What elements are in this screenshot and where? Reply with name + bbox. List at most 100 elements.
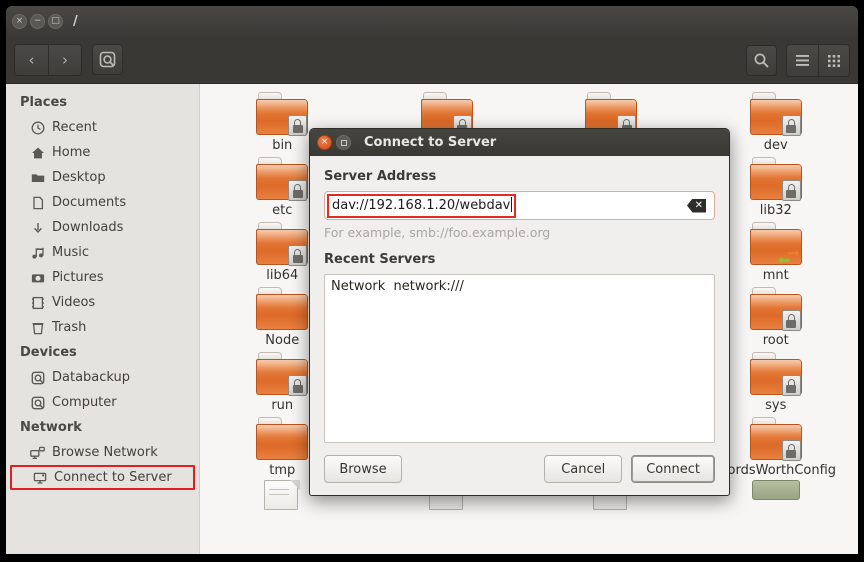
nav-buttons: ‹ › — [14, 43, 82, 76]
server-address-row: dav://192.168.1.20/webdav ✕ — [324, 191, 715, 220]
list-item[interactable]: Network network:/// — [331, 279, 708, 294]
folder-icon — [256, 157, 309, 201]
sidebar-item-label: Databackup — [52, 370, 131, 385]
connect-button[interactable]: Connect — [631, 455, 715, 483]
file-label: run — [271, 398, 294, 413]
home-icon — [30, 145, 45, 160]
file-label: tmp — [269, 463, 296, 478]
close-icon[interactable]: × — [12, 13, 27, 29]
lock-icon — [288, 245, 308, 266]
grid-view-icon[interactable] — [818, 45, 849, 76]
sidebar-item-label: Connect to Server — [54, 470, 172, 485]
disk-icon — [30, 395, 45, 410]
close-icon[interactable]: × — [317, 135, 332, 150]
mount-arrows-icon: ➞ ⬅ — [777, 244, 800, 269]
server-address-label: Server Address — [324, 169, 437, 184]
folder-icon — [749, 352, 802, 396]
file-label: etc — [272, 203, 293, 218]
sidebar-item-label: Browse Network — [52, 445, 158, 460]
sidebar-item-connect-to-server[interactable]: Connect to Server — [10, 465, 195, 490]
sidebar-item-trash[interactable]: Trash — [6, 315, 199, 340]
lock-icon — [781, 115, 801, 136]
view-toggle-group — [786, 44, 850, 77]
folder-icon — [749, 92, 802, 136]
sidebar-item-videos[interactable]: Videos — [6, 290, 199, 315]
sidebar-item-music[interactable]: Music — [6, 240, 199, 265]
sidebar: Places Recent Home Desktop Documents Dow… — [6, 84, 199, 554]
network-browse-icon — [30, 445, 45, 460]
forward-button[interactable]: › — [48, 44, 81, 75]
file-label: Node — [265, 333, 300, 348]
clear-text-icon[interactable]: ✕ — [687, 198, 706, 213]
sidebar-item-label: Documents — [52, 195, 127, 210]
connect-to-server-dialog: × Connect to Server Server Address dav:/… — [309, 128, 730, 496]
file-label: lib32 — [759, 203, 792, 218]
file-label: dev — [763, 138, 788, 153]
sidebar-item-label: Trash — [52, 320, 87, 335]
server-address-hint: For example, smb://foo.example.org — [324, 225, 551, 240]
sidebar-item-label: Computer — [52, 395, 117, 410]
window-title: / — [73, 13, 78, 29]
maximize-icon[interactable]: □ — [48, 13, 63, 29]
file-label: lib64 — [266, 268, 299, 283]
sidebar-item-label: Home — [52, 145, 91, 160]
server-address-input[interactable]: dav://192.168.1.20/webdav ✕ — [324, 191, 715, 220]
window-controls: × − □ — [12, 13, 63, 29]
sidebar-item-databackup[interactable]: Databackup — [6, 365, 199, 390]
minimize-icon[interactable]: − — [30, 13, 45, 29]
list-view-icon[interactable] — [787, 45, 818, 76]
footer-actions: Cancel Connect — [544, 455, 715, 483]
sidebar-item-label: Recent — [52, 120, 97, 135]
folder-icon — [256, 222, 309, 266]
dialog-body: Server Address dav://192.168.1.20/webdav… — [310, 156, 729, 443]
sidebar-item-label: Downloads — [52, 220, 124, 235]
folder-icon: ➞ ⬅ — [749, 222, 802, 269]
text-caret — [511, 196, 513, 212]
toolbar: ‹ › — [6, 36, 858, 84]
sidebar-item-pictures[interactable]: Pictures — [6, 265, 199, 290]
maximize-icon[interactable] — [336, 135, 351, 150]
desktop-folder-icon — [30, 170, 45, 185]
folder-icon — [256, 417, 309, 461]
lock-icon — [781, 310, 801, 331]
screen: × − □ / ‹ › Places Recent Home Desktop D… — [0, 0, 864, 562]
file-label: sys — [765, 398, 787, 413]
folder-icon — [749, 417, 802, 461]
sidebar-item-desktop[interactable]: Desktop — [6, 165, 199, 190]
lock-icon — [288, 115, 308, 136]
sidebar-item-browse-network[interactable]: Browse Network — [6, 440, 199, 465]
lock-icon — [781, 440, 801, 461]
dialog-title: Connect to Server — [364, 135, 497, 150]
sidebar-item-downloads[interactable]: Downloads — [6, 215, 199, 240]
trash-icon — [30, 320, 45, 335]
lock-icon — [781, 180, 801, 201]
file-label: WordsWorthConfig — [715, 463, 837, 478]
recent-servers-list[interactable]: Network network:/// — [324, 274, 715, 443]
file-label: mnt — [762, 268, 789, 283]
sidebar-item-documents[interactable]: Documents — [6, 190, 199, 215]
sidebar-heading-network: Network — [20, 420, 82, 435]
dialog-titlebar: × Connect to Server — [310, 129, 729, 156]
back-button[interactable]: ‹ — [15, 44, 48, 75]
location-disk-icon[interactable] — [92, 44, 123, 75]
server-address-text: dav://192.168.1.20/webdav — [332, 197, 511, 213]
recent-servers-label: Recent Servers — [324, 252, 436, 267]
search-icon[interactable] — [746, 45, 777, 76]
sidebar-heading-places: Places — [20, 95, 68, 110]
document-icon — [264, 480, 301, 510]
folder-icon — [749, 157, 802, 201]
lock-icon — [781, 375, 801, 396]
browse-button[interactable]: Browse — [324, 455, 402, 483]
camera-icon — [30, 270, 45, 285]
sidebar-item-home[interactable]: Home — [6, 140, 199, 165]
clock-icon — [30, 120, 45, 135]
toolbar-right — [746, 44, 850, 77]
sidebar-item-computer[interactable]: Computer — [6, 390, 199, 415]
cancel-button[interactable]: Cancel — [544, 455, 623, 483]
sidebar-item-recent[interactable]: Recent — [6, 115, 199, 140]
sidebar-item-label: Pictures — [52, 270, 104, 285]
film-strip-icon — [30, 295, 45, 310]
sidebar-heading-devices: Devices — [20, 345, 77, 360]
folder-icon — [256, 287, 309, 331]
connect-server-icon — [32, 470, 47, 485]
